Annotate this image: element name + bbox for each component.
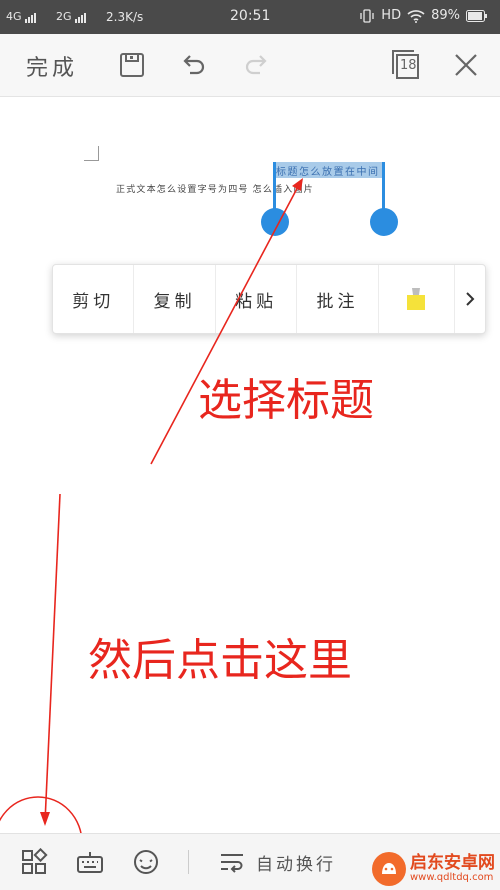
annotation-select-title: 选择标题 bbox=[198, 375, 374, 426]
undo-icon[interactable] bbox=[180, 51, 208, 79]
signal-4g: 4G bbox=[6, 10, 37, 23]
annotation-arrows bbox=[0, 178, 303, 889]
document-body-line[interactable]: 正式文本怎么设置字号为四号 怎么插入图片 bbox=[116, 182, 314, 195]
selection-handle-left-stem bbox=[273, 162, 276, 212]
watermark-url: www.qdltdq.com bbox=[410, 871, 494, 883]
signal-bars-icon bbox=[74, 10, 87, 23]
selection-handle-left[interactable] bbox=[261, 208, 289, 236]
selected-title-text[interactable]: 标题怎么放置在中间 bbox=[276, 163, 380, 178]
selection-handle-right[interactable] bbox=[370, 208, 398, 236]
editor-toolbar: 完成 18 bbox=[0, 34, 500, 97]
cut-menu-item[interactable]: 剪切 bbox=[53, 265, 135, 333]
network-speed: 2.3K/s bbox=[106, 10, 144, 24]
battery-icon bbox=[466, 9, 487, 22]
comment-menu-item[interactable]: 批注 bbox=[297, 265, 379, 333]
save-icon[interactable] bbox=[118, 51, 146, 79]
arrowhead-grid-icon bbox=[40, 812, 50, 826]
watermark: 启东安卓网 www.qdltdq.com bbox=[372, 852, 495, 886]
highlighter-icon bbox=[407, 288, 426, 310]
smiley-icon[interactable] bbox=[132, 848, 160, 876]
selection-context-menu: 剪切 复制 粘贴 批注 bbox=[52, 264, 486, 334]
battery-percent: 89% bbox=[431, 8, 460, 23]
highlight-menu-item[interactable] bbox=[379, 265, 456, 333]
redo-icon[interactable] bbox=[242, 51, 270, 79]
signal-2g: 2G bbox=[56, 10, 87, 23]
paste-menu-item[interactable]: 粘贴 bbox=[216, 265, 298, 333]
auto-wrap-button[interactable]: 自动换行 bbox=[256, 850, 336, 875]
watermark-logo-icon bbox=[372, 852, 406, 886]
more-menu-button[interactable] bbox=[455, 265, 485, 333]
arrow-to-grid bbox=[44, 493, 61, 823]
selection-handle-right-stem bbox=[382, 162, 385, 212]
pages-icon[interactable]: 18 bbox=[390, 48, 420, 80]
vibrate-icon bbox=[360, 8, 374, 23]
copy-menu-item[interactable]: 复制 bbox=[134, 265, 216, 333]
signal-bars-icon bbox=[24, 10, 37, 23]
toolbar-divider bbox=[188, 850, 189, 874]
page-corner-mark bbox=[84, 146, 99, 161]
status-right: HD 89% bbox=[359, 8, 488, 23]
chevron-right-icon bbox=[466, 292, 475, 306]
wrap-text-icon[interactable] bbox=[218, 848, 246, 876]
done-button[interactable]: 完成 bbox=[26, 50, 78, 82]
clock: 20:51 bbox=[230, 8, 271, 24]
keyboard-icon[interactable] bbox=[76, 848, 104, 876]
wifi-icon bbox=[407, 9, 425, 23]
close-icon[interactable] bbox=[452, 51, 480, 79]
status-bar: 4G 2G 2.3K/s 20:51 HD 89% bbox=[0, 0, 500, 34]
annotation-then-click: 然后点击这里 bbox=[88, 635, 352, 686]
hd-indicator: HD bbox=[381, 8, 402, 23]
grid-icon[interactable] bbox=[20, 848, 48, 876]
watermark-name: 启东安卓网 bbox=[410, 852, 495, 873]
page-count: 18 bbox=[400, 58, 417, 73]
